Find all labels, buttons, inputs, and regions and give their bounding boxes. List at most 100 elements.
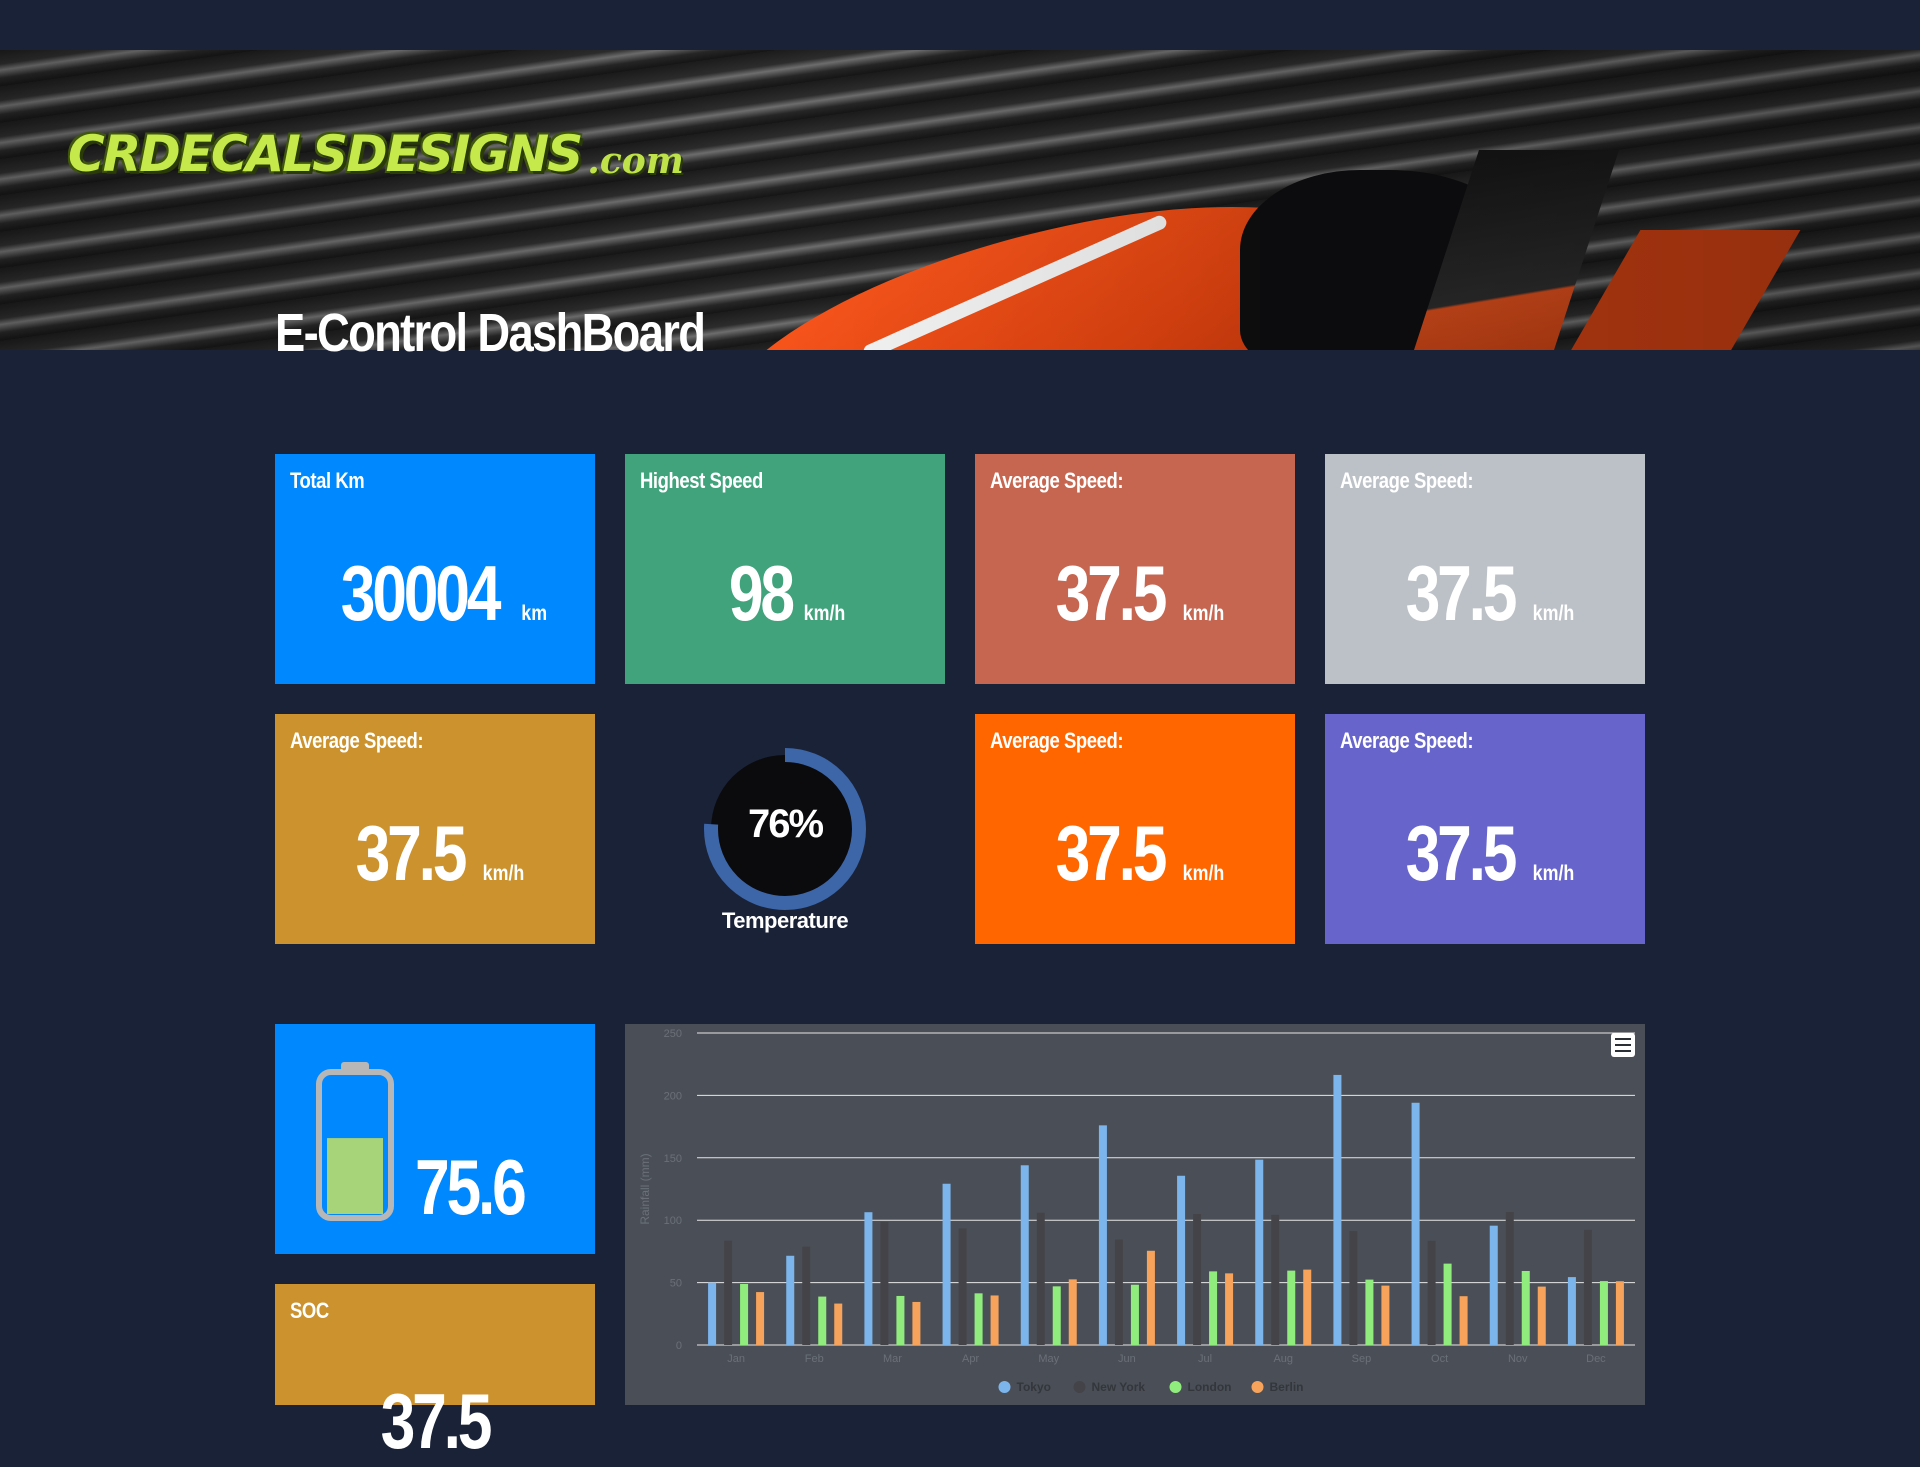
bar (1505, 1211, 1514, 1345)
tile-number: 37.5 (355, 809, 468, 897)
bar (786, 1255, 795, 1345)
y-tick-label: 0 (676, 1340, 682, 1352)
battery-level (327, 1138, 383, 1214)
menu-line (1615, 1044, 1631, 1046)
bar (724, 1240, 733, 1345)
tile-value: 37.5 km/h (275, 808, 595, 899)
x-tick-label: Oct (1431, 1353, 1448, 1365)
tile-unit: km (520, 602, 547, 625)
x-tick-label: Jul (1198, 1353, 1212, 1365)
battery-tile: 75.6 (275, 1024, 595, 1254)
bar (1443, 1263, 1452, 1345)
highest-speed-tile: Highest Speed 98 km/h (625, 454, 945, 684)
bar (802, 1246, 811, 1345)
y-tick-label: 150 (664, 1153, 682, 1165)
tile-label: Average Speed: (990, 468, 1124, 493)
bar (1615, 1281, 1624, 1345)
soc-tile: SOC 37.5 (275, 1284, 595, 1465)
bar (1333, 1074, 1342, 1345)
tile-number: 37.5 (380, 1377, 493, 1465)
bar (1427, 1240, 1436, 1345)
legend-marker (998, 1381, 1011, 1393)
bar (1365, 1279, 1374, 1345)
bar (1287, 1270, 1296, 1345)
tile-number: 98 (728, 549, 795, 637)
bar (958, 1228, 967, 1345)
bar (1020, 1165, 1029, 1345)
average-speed-tile: Average Speed: 37.5 km/h (1325, 454, 1645, 684)
gauge-percent: 76% (747, 802, 824, 846)
battery-icon (316, 1062, 394, 1221)
bar (1583, 1229, 1592, 1345)
average-speed-tile: Average Speed: 37.5 km/h (975, 714, 1295, 944)
bar (1146, 1250, 1155, 1345)
legend-item: London (1188, 1380, 1232, 1394)
bar (896, 1295, 905, 1345)
bar (880, 1222, 889, 1345)
bar (1130, 1284, 1139, 1345)
temperature-gauge: 76% (700, 744, 870, 914)
tile-number: 37.5 (1055, 549, 1168, 637)
logo-suffix: .com (587, 140, 684, 182)
bar (1068, 1279, 1077, 1345)
site-logo[interactable]: CRDECALSDESIGNS .com (68, 122, 684, 186)
bar (756, 1292, 765, 1345)
tile-label: Average Speed: (990, 728, 1124, 753)
bar (1177, 1175, 1186, 1345)
x-tick-label: Feb (805, 1353, 824, 1365)
bar (1459, 1296, 1468, 1345)
x-tick-label: May (1038, 1353, 1059, 1365)
bar (1209, 1271, 1218, 1345)
y-axis-label: Rainfall (mm) (638, 1153, 652, 1224)
bar (818, 1296, 827, 1345)
legend-marker (1073, 1381, 1086, 1393)
total-km-tile: Total Km 30004 km (275, 454, 595, 684)
tile-value: 37.5 (275, 1376, 595, 1467)
legend-item: New York (1092, 1380, 1146, 1394)
bar (864, 1212, 873, 1345)
y-tick-label: 200 (664, 1090, 682, 1102)
bar (1114, 1239, 1123, 1345)
tile-value: 37.5 km/h (975, 808, 1295, 899)
tile-number: 37.5 (1055, 809, 1168, 897)
x-tick-label: Jan (727, 1353, 745, 1365)
tile-label: Total Km (290, 468, 365, 493)
bar (1052, 1286, 1061, 1345)
y-tick-label: 250 (664, 1028, 682, 1040)
tile-label: Highest Speed (640, 468, 763, 493)
average-speed-tile: Average Speed: 37.5 km/h (975, 454, 1295, 684)
tile-unit: km/h (1532, 862, 1574, 885)
x-tick-label: Apr (962, 1353, 979, 1365)
bar (1255, 1159, 1264, 1345)
bar (1098, 1125, 1107, 1345)
chart-svg: 0 50 100 150 200 250 Rainfall (mm) Jan Feb Mar Apr… (638, 1028, 1635, 1394)
tile-value: 37.5 km/h (1325, 808, 1645, 899)
bar (1567, 1277, 1576, 1345)
tile-label: SOC (290, 1298, 329, 1323)
x-tick-label: Nov (1508, 1353, 1528, 1365)
bar (1193, 1213, 1202, 1345)
chart-menu-icon[interactable] (1611, 1033, 1635, 1057)
bar (942, 1183, 951, 1345)
tile-unit: km/h (1182, 602, 1224, 625)
y-tick-label: 100 (664, 1215, 682, 1227)
tile-value: 37.5 km/h (975, 548, 1295, 639)
menu-line (1615, 1050, 1631, 1052)
bar (1489, 1225, 1498, 1345)
bar (1381, 1285, 1390, 1345)
menu-line (1615, 1038, 1631, 1040)
tile-unit: km/h (1182, 862, 1224, 885)
y-tick-label: 50 (670, 1278, 682, 1290)
rainfall-chart: 0 50 100 150 200 250 Rainfall (mm) Jan Feb Mar Apr… (625, 1024, 1645, 1405)
x-tick-label: Dec (1586, 1353, 1606, 1365)
tile-unit: km/h (1532, 602, 1574, 625)
x-tick-label: Aug (1273, 1353, 1293, 1365)
bar (1599, 1281, 1608, 1345)
bar (1303, 1269, 1312, 1345)
legend-item: Berlin (1270, 1380, 1304, 1394)
bar (1349, 1231, 1358, 1345)
bar (974, 1293, 983, 1345)
bar (990, 1295, 999, 1345)
bar (1537, 1286, 1546, 1345)
bar (834, 1303, 843, 1345)
